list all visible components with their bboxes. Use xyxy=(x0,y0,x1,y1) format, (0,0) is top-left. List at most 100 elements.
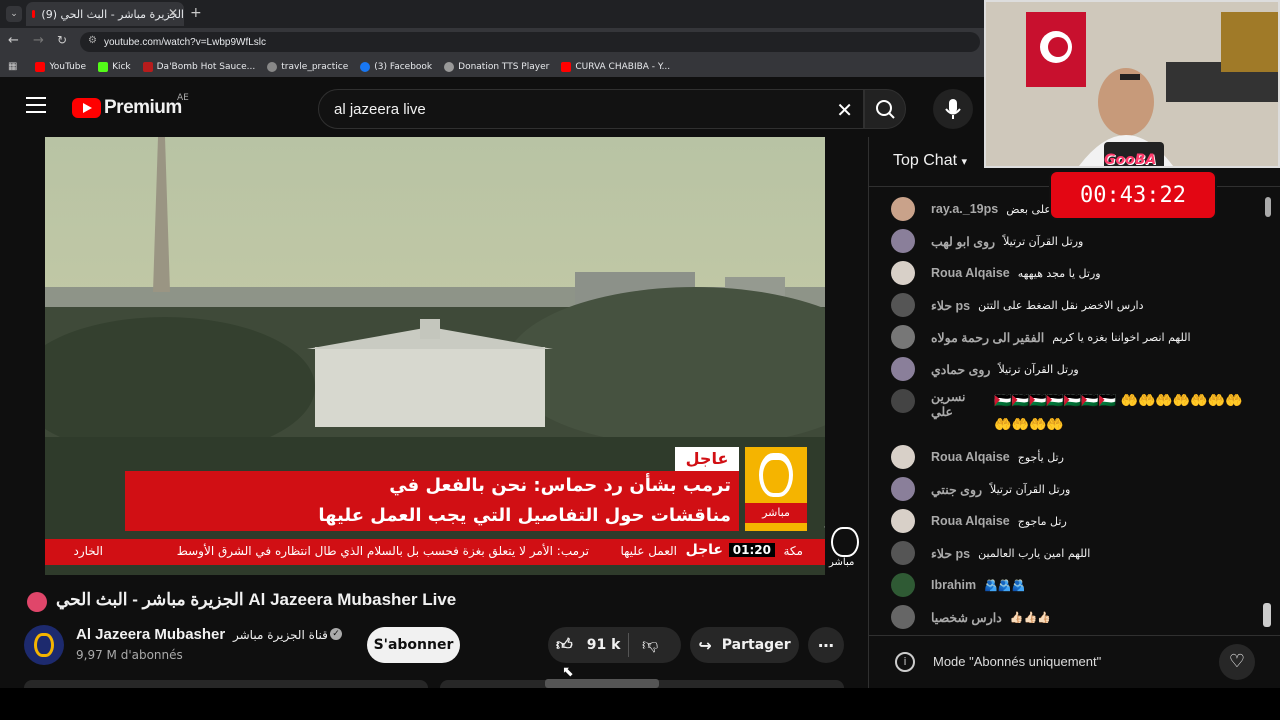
chat-author[interactable]: Ibrahim xyxy=(931,578,976,592)
mouse-cursor-icon: ⬉ xyxy=(562,664,574,680)
share-button[interactable]: ↪ Partager xyxy=(690,627,799,663)
chat-author[interactable]: Roua Alqaise xyxy=(931,450,1010,464)
aljazeera-logo: مباشر xyxy=(745,447,807,531)
mic-icon xyxy=(945,99,961,119)
video-meta: الجزيرة مباشر - البث الحي Al Jazeera Mub… xyxy=(0,575,868,688)
chat-author[interactable]: روى ابو لهب xyxy=(931,234,995,249)
dislike-icon[interactable]: 👎︎ xyxy=(642,635,658,655)
chat-author[interactable]: نسرين علي xyxy=(931,389,986,419)
search-input[interactable]: al jazeera live ✕ xyxy=(318,89,864,129)
chat-avatar[interactable] xyxy=(891,357,915,381)
chat-avatar[interactable] xyxy=(891,445,915,469)
youtube-icon xyxy=(561,61,572,72)
chat-author[interactable]: ray.a._19ps xyxy=(931,202,998,216)
youtube-logo-icon[interactable] xyxy=(72,98,101,118)
headline-line-1: ترمب بشأن رد حماس: نحن بالفعل في xyxy=(125,471,739,501)
chat-avatar[interactable] xyxy=(891,197,915,221)
bookmark-travle[interactable]: travle_practice xyxy=(267,61,348,72)
chat-scrollbar-thumb[interactable] xyxy=(1263,603,1271,627)
chat-message[interactable]: Ibrahim 🫂🫂🫂 xyxy=(891,573,1025,597)
bottom-bar xyxy=(0,688,1280,720)
apps-icon[interactable]: ▦ xyxy=(8,61,17,72)
subscriber-count: 9,97 M d'abonnés xyxy=(76,648,183,662)
ticker-label: عاجل xyxy=(685,542,723,558)
chat-text: دارس الاخضر نقل الضغط على التتن xyxy=(978,298,1144,312)
chat-message[interactable]: ray.a._19ps على بعض xyxy=(891,197,1051,221)
more-actions-icon[interactable]: ⋯ xyxy=(808,627,844,663)
back-icon[interactable]: ← xyxy=(8,33,19,48)
chat-avatar[interactable] xyxy=(891,325,915,349)
tab-close-icon[interactable]: ✕ xyxy=(168,6,178,20)
chat-message[interactable]: الفقير الى رحمة مولاه اللهم انصر اخواننا … xyxy=(891,325,1191,349)
horizontal-scrollbar[interactable] xyxy=(545,679,659,688)
chat-message[interactable]: روى جنتي ورتل القرآن ترتيلاً xyxy=(891,477,1070,501)
chat-avatar[interactable] xyxy=(891,229,915,253)
headline-line-2: مناقشات حول التفاصيل التي يجب العمل عليه… xyxy=(125,501,739,531)
bookmark-facebook[interactable]: (3) Facebook xyxy=(360,61,432,72)
chat-message[interactable]: روى حمادي ورتل القرآن ترتيلاً xyxy=(891,357,1079,381)
chat-message[interactable]: Roua Alqaise رتل ماجوج xyxy=(891,509,1067,533)
tab-search-icon[interactable]: ⌄ xyxy=(6,6,22,22)
chat-author[interactable]: الفقير الى رحمة مولاه xyxy=(931,330,1044,345)
chat-mode-selector[interactable]: Top Chat ▾ xyxy=(893,152,967,170)
voice-search-button[interactable] xyxy=(933,89,973,129)
chat-author[interactable]: دارس شخصيا xyxy=(931,610,1002,625)
search-button[interactable] xyxy=(864,89,906,129)
new-tab-icon[interactable]: + xyxy=(190,5,202,21)
bookmark-curva[interactable]: CURVA CHABIBA - Y... xyxy=(561,61,670,72)
url-field[interactable]: ⚙ youtube.com/watch?v=Lwbp9WfLslc xyxy=(80,32,980,52)
brand-premium[interactable]: Premium xyxy=(104,97,182,119)
chat-message[interactable]: حلاء ps دارس الاخضر نقل الضغط على التتن xyxy=(891,293,1144,317)
subscribe-button[interactable]: S'abonner xyxy=(367,627,460,663)
bookmark-youtube[interactable]: YouTube xyxy=(35,61,86,72)
chat-avatar[interactable] xyxy=(891,261,915,285)
chat-avatar[interactable] xyxy=(891,477,915,501)
video-player[interactable]: عاجل ترمب بشأن رد حماس: نحن بالفعل في من… xyxy=(45,137,825,575)
menu-icon[interactable] xyxy=(26,97,46,113)
chat-author[interactable]: روى جنتي xyxy=(931,482,982,497)
chat-scrollbar-top[interactable] xyxy=(1265,197,1271,217)
chat-message[interactable]: دارس شخصيا 👍🏻👍🏻👍🏻 xyxy=(891,605,1051,629)
url-text: youtube.com/watch?v=Lwbp9WfLslc xyxy=(104,36,267,48)
chat-message[interactable]: Roua Alqaise ورتل يا مجد هيههه xyxy=(891,261,1101,285)
streamer-webcam: GooBA xyxy=(984,0,1280,168)
chat-message[interactable]: روى ابو لهب ورتل القرآن ترتيلاً xyxy=(891,229,1083,253)
description-box[interactable] xyxy=(24,680,428,688)
chat-avatar[interactable] xyxy=(891,573,915,597)
chat-avatar[interactable] xyxy=(891,389,915,413)
chat-message[interactable]: نسرين علي 🇵🇸🇵🇸🇵🇸🇵🇸🇵🇸🇵🇸🇵🇸 🤲🤲🤲🤲🤲🤲🤲🤲🤲🤲🤲 xyxy=(891,389,1251,437)
channel-name-ar[interactable]: قناة الجزيرة مباشر xyxy=(233,628,328,642)
forward-icon[interactable]: → xyxy=(33,33,44,48)
share-icon: ↪ xyxy=(698,635,712,655)
like-button[interactable]: 👍︎ 91 k xyxy=(556,635,626,655)
chat-author[interactable]: حلاء ps xyxy=(931,298,970,313)
chat-message[interactable]: Roua Alqaise رتل يأجوج xyxy=(891,445,1064,469)
reload-icon[interactable]: ↻ xyxy=(57,33,67,47)
heart-reaction-icon[interactable]: ♡ xyxy=(1219,644,1255,680)
channel-name[interactable]: Al Jazeera Mubasher xyxy=(76,626,225,643)
browser-tab[interactable]: الجزيرة مباشر - البث الحي (9) ✕ xyxy=(26,2,184,26)
bookmark-kick[interactable]: Kick xyxy=(98,61,131,72)
chat-message[interactable]: حلاء ps اللهم امين يارب العالمين xyxy=(891,541,1090,565)
chat-author[interactable]: حلاء ps xyxy=(931,546,970,561)
chat-avatar[interactable] xyxy=(891,509,915,533)
webcam-frame xyxy=(986,2,1278,166)
chat-text: على بعض xyxy=(1006,202,1051,216)
chat-author[interactable]: Roua Alqaise xyxy=(931,514,1010,528)
bookmark-dabomb[interactable]: Da'Bomb Hot Sauce... xyxy=(142,61,255,72)
chat-text: رتل يأجوج xyxy=(1017,450,1064,464)
live-chat-panel: Top Chat ▾ ray.a._19ps على بعض روى ابو لهب… xyxy=(868,137,1280,688)
chat-avatar[interactable] xyxy=(891,293,915,317)
clear-search-icon[interactable]: ✕ xyxy=(836,98,853,123)
info-icon[interactable]: i xyxy=(895,652,915,672)
chat-text: 🇵🇸🇵🇸🇵🇸🇵🇸🇵🇸🇵🇸🇵🇸 🤲🤲🤲🤲🤲🤲🤲🤲🤲🤲🤲 xyxy=(994,393,1243,433)
bookmark-donation[interactable]: Donation TTS Player xyxy=(444,61,549,72)
live-indicator-icon xyxy=(27,592,47,612)
chat-author[interactable]: روى حمادي xyxy=(931,362,990,377)
chat-avatar[interactable] xyxy=(891,605,915,629)
aljazeera-watermark-icon xyxy=(831,527,859,557)
channel-avatar[interactable] xyxy=(24,625,64,665)
chat-author[interactable]: Roua Alqaise xyxy=(931,266,1010,280)
chat-avatar[interactable] xyxy=(891,541,915,565)
site-info-icon[interactable]: ⚙ xyxy=(88,35,97,46)
